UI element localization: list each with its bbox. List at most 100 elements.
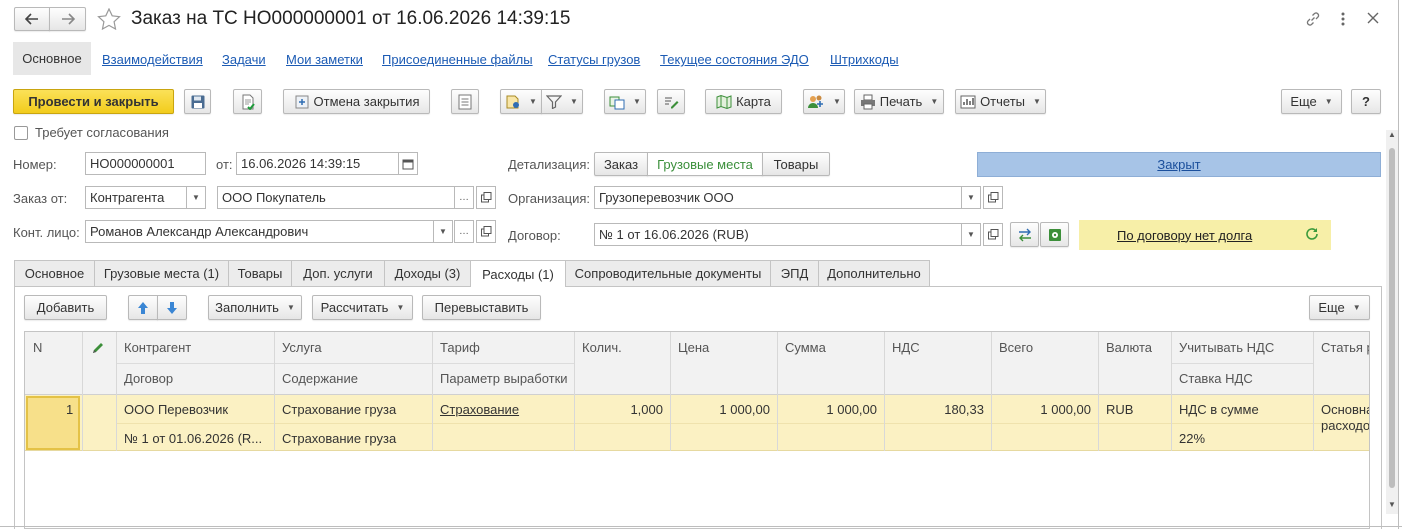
vertical-scrollbar[interactable]: ▲ ▼ — [1386, 130, 1398, 514]
col-header-counterparty[interactable]: Контрагент — [124, 340, 191, 355]
status-banner[interactable]: Закрыт — [977, 152, 1381, 177]
col-header-service[interactable]: Услуга — [282, 340, 322, 355]
col-header-include-vat[interactable]: Учитывать НДС — [1179, 340, 1274, 355]
contract-dropdown[interactable]: ▼ — [961, 223, 981, 246]
tab-main[interactable]: Основное — [14, 260, 95, 286]
cell-vat[interactable]: 180,33 — [884, 402, 984, 417]
calculate-button[interactable]: Рассчитать ▼ — [312, 295, 413, 320]
calendar-button[interactable] — [398, 152, 418, 175]
buyer-field[interactable]: ООО Покупатель — [217, 186, 455, 209]
cell-expense-item-line2[interactable]: расходо — [1321, 418, 1369, 433]
reissue-button[interactable]: Перевыставить — [422, 295, 541, 320]
contract-field[interactable]: № 1 от 16.06.2026 (RUB) — [594, 223, 962, 246]
add-row-button[interactable]: Добавить — [24, 295, 107, 320]
contract-settings-button[interactable] — [1040, 222, 1069, 247]
back-button[interactable] — [14, 7, 50, 31]
link-icon[interactable] — [1305, 11, 1321, 30]
contract-transfer-button[interactable] — [1010, 222, 1039, 247]
buyer-select-button[interactable]: … — [454, 186, 474, 209]
nav-item-my-notes[interactable]: Мои заметки — [286, 52, 363, 67]
organization-open-button[interactable] — [983, 186, 1003, 209]
scroll-up-arrow-icon[interactable]: ▲ — [1388, 130, 1396, 139]
nav-item-barcodes[interactable]: Штрихкоды — [830, 52, 899, 67]
nav-item-cargo-statuses[interactable]: Статусы грузов — [548, 52, 640, 67]
contract-open-button[interactable] — [983, 223, 1003, 246]
nav-item-edo-status[interactable]: Текущее состояния ЭДО — [660, 52, 809, 67]
scrollbar-thumb[interactable] — [1389, 148, 1395, 488]
col-header-n[interactable]: N — [33, 340, 42, 355]
detail-option-order[interactable]: Заказ — [594, 152, 648, 176]
col-header-vat-rate[interactable]: Ставка НДС — [1179, 371, 1253, 386]
related-documents-button[interactable]: ▼ — [604, 89, 646, 114]
col-header-vat[interactable]: НДС — [892, 340, 920, 355]
based-on-button[interactable]: ▼ — [500, 89, 542, 114]
order-from-type-dropdown[interactable]: ▼ — [186, 186, 206, 209]
tab-expenses[interactable]: Расходы (1) — [470, 260, 566, 287]
col-header-quantity[interactable]: Колич. — [582, 340, 622, 355]
cell-vat-rate[interactable]: 22% — [1179, 431, 1205, 446]
col-header-output-parameter[interactable]: Параметр выработки — [440, 371, 568, 386]
post-document-button[interactable] — [233, 89, 262, 114]
post-and-close-button[interactable]: Провести и закрыть — [13, 89, 174, 114]
help-button[interactable]: ? — [1351, 89, 1381, 114]
col-header-currency[interactable]: Валюта — [1106, 340, 1152, 355]
move-down-button[interactable] — [157, 295, 187, 320]
detail-option-cargo-places[interactable]: Грузовые места — [647, 152, 763, 176]
contact-dropdown[interactable]: ▼ — [433, 220, 453, 243]
col-header-contract[interactable]: Договор — [124, 371, 173, 386]
number-field[interactable]: НО000000001 — [85, 152, 206, 175]
edit-button[interactable] — [657, 89, 685, 114]
close-icon[interactable] — [1367, 12, 1379, 27]
cell-counterparty[interactable]: ООО Перевозчик — [124, 402, 228, 417]
requires-approval-checkbox[interactable] — [14, 126, 28, 140]
table-more-button[interactable]: Еще ▼ — [1309, 295, 1370, 320]
col-header-total[interactable]: Всего — [999, 340, 1033, 355]
col-header-expense-item[interactable]: Статья р — [1321, 340, 1369, 355]
tab-income[interactable]: Доходы (3) — [384, 260, 471, 286]
cancel-closing-button[interactable]: Отмена закрытия — [283, 89, 430, 114]
contact-field[interactable]: Романов Александр Александрович — [85, 220, 434, 243]
users-button[interactable]: ▼ — [803, 89, 845, 114]
nav-item-main[interactable]: Основное — [13, 42, 91, 75]
cell-content[interactable]: Страхование груза — [282, 431, 396, 446]
more-vertical-icon[interactable] — [1340, 10, 1346, 28]
print-button[interactable]: Печать ▼ — [854, 89, 944, 114]
forward-button[interactable] — [49, 7, 86, 31]
organization-field[interactable]: Грузоперевозчик ООО — [594, 186, 962, 209]
tab-epd[interactable]: ЭПД — [770, 260, 819, 286]
col-header-price[interactable]: Цена — [678, 340, 709, 355]
contact-open-button[interactable] — [476, 220, 496, 243]
tab-additional[interactable]: Дополнительно — [818, 260, 930, 286]
cell-sum[interactable]: 1 000,00 — [777, 402, 877, 417]
col-header-content[interactable]: Содержание — [282, 371, 358, 386]
status-closed-link[interactable]: Закрыт — [1157, 157, 1200, 172]
cell-tariff-link[interactable]: Страхование — [440, 402, 519, 417]
fill-button[interactable]: Заполнить ▼ — [208, 295, 302, 320]
col-header-tariff[interactable]: Тариф — [440, 340, 480, 355]
cell-quantity[interactable]: 1,000 — [574, 402, 663, 417]
refresh-icon[interactable] — [1305, 227, 1319, 241]
cell-expense-item-line1[interactable]: Основна — [1321, 402, 1369, 417]
map-button[interactable]: Карта — [705, 89, 782, 114]
debt-note-link[interactable]: По договору нет долга — [1117, 228, 1252, 243]
cell-total[interactable]: 1 000,00 — [991, 402, 1091, 417]
order-from-type-select[interactable]: Контрагента — [85, 186, 187, 209]
buyer-open-button[interactable] — [476, 186, 496, 209]
favorite-star-icon[interactable] — [97, 7, 121, 31]
tab-goods[interactable]: Товары — [228, 260, 292, 286]
filter-button[interactable]: ▼ — [541, 89, 583, 114]
reports-button[interactable]: Отчеты ▼ — [955, 89, 1046, 114]
cell-n[interactable]: 1 — [66, 402, 73, 417]
nav-item-tasks[interactable]: Задачи — [222, 52, 266, 67]
move-up-button[interactable] — [128, 295, 158, 320]
tab-cargo-places[interactable]: Грузовые места (1) — [94, 260, 229, 286]
tab-extra-services[interactable]: Доп. услуги — [291, 260, 385, 286]
nav-item-attached-files[interactable]: Присоединенные файлы — [382, 52, 533, 67]
organization-dropdown[interactable]: ▼ — [961, 186, 981, 209]
save-button[interactable] — [184, 89, 211, 114]
cell-currency[interactable]: RUB — [1106, 402, 1133, 417]
date-field[interactable]: 16.06.2026 14:39:15 — [236, 152, 399, 175]
contact-select-button[interactable]: … — [454, 220, 474, 243]
scroll-down-arrow-icon[interactable]: ▼ — [1388, 500, 1396, 509]
cell-service[interactable]: Страхование груза — [282, 402, 396, 417]
